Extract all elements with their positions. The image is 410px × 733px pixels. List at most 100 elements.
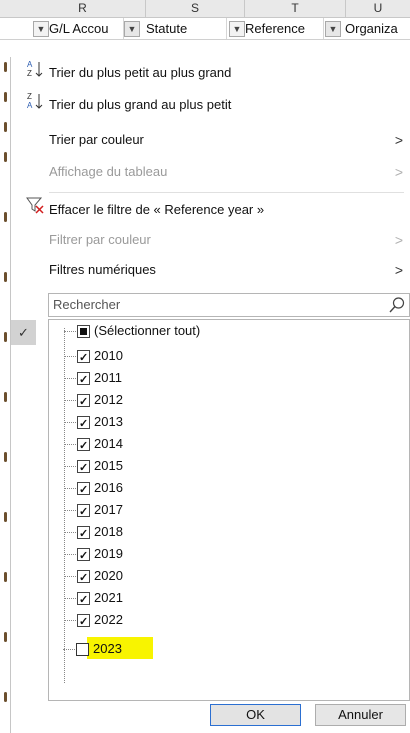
sort-by-color-item[interactable]: Trier par couleur > <box>11 125 410 155</box>
chevron-right-icon: > <box>394 232 403 248</box>
svg-text:A: A <box>27 101 33 110</box>
filter-by-color-label: Filtrer par couleur <box>49 232 151 247</box>
tree-connector <box>64 620 76 621</box>
year-checkbox[interactable] <box>77 391 90 413</box>
table-view-item: Affichage du tableau > <box>11 157 410 187</box>
year-label: 2018 <box>94 524 123 539</box>
sort-descending-label: Trier du plus grand au plus petit <box>49 97 232 112</box>
tree-connector <box>64 378 76 379</box>
year-label: 2011 <box>94 370 122 385</box>
tree-connector <box>64 400 76 401</box>
year-checkbox[interactable] <box>77 369 90 391</box>
tree-connector <box>64 576 76 577</box>
filter-active-button-gl-account[interactable]: ▼ <box>124 21 140 37</box>
header-gl-account: G/L Accou <box>49 18 124 39</box>
number-filters-item[interactable]: Filtres numériques > <box>11 255 410 285</box>
row-mark <box>4 92 7 102</box>
year-label: 2010 <box>94 348 123 363</box>
chevron-right-icon: > <box>394 164 403 180</box>
chevron-right-icon: > <box>394 132 403 148</box>
column-header-s[interactable]: S <box>146 0 245 17</box>
header-organization: Organiza <box>345 21 398 36</box>
tree-connector <box>64 444 76 445</box>
column-header-row: R S T U <box>0 0 410 18</box>
year-checkbox[interactable] <box>77 611 90 633</box>
year-label: 2014 <box>94 436 123 451</box>
number-filters-label: Filtres numériques <box>49 262 156 277</box>
year-checkbox[interactable] <box>77 435 90 457</box>
tree-connector <box>64 510 76 511</box>
year-label: 2015 <box>94 458 123 473</box>
year-label: 2019 <box>94 546 123 561</box>
select-all-checkbox[interactable] <box>77 325 90 338</box>
year-label: 2022 <box>94 612 123 627</box>
tree-connector <box>64 554 76 555</box>
clear-filter-label: Effacer le filtre de « Reference year » <box>49 202 265 217</box>
header-reference-year: Reference <box>245 18 324 39</box>
column-header-r[interactable]: R <box>20 0 146 17</box>
year-label: 2016 <box>94 480 123 495</box>
year-label: 2017 <box>94 502 123 517</box>
row-mark <box>4 332 7 342</box>
row-mark <box>4 512 7 522</box>
clear-filter-item[interactable]: Effacer le filtre de « Reference year » <box>11 195 410 225</box>
svg-text:Z: Z <box>27 69 32 78</box>
sort-descending-item[interactable]: ZA Trier du plus grand au plus petit <box>11 90 410 120</box>
row-mark <box>4 122 7 132</box>
year-checkbox-unchecked[interactable] <box>76 643 89 656</box>
svg-text:A: A <box>27 60 33 69</box>
year-checkbox[interactable] <box>77 413 90 435</box>
row-mark <box>4 272 7 282</box>
select-all-label: (Sélectionner tout) <box>94 323 201 338</box>
filter-by-color-item: Filtrer par couleur > <box>11 225 410 255</box>
filter-active-button-reference-year[interactable]: ▼ <box>325 21 341 37</box>
tree-connector <box>64 598 76 599</box>
tree-connector <box>63 649 75 650</box>
cancel-button[interactable]: Annuler <box>315 704 406 726</box>
header-statute: Statute <box>146 18 227 39</box>
table-header-row: ▼ G/L Accou ▼ Statute ▼ Reference ▼ Orga… <box>0 18 410 40</box>
filter-dropdown-button-statute[interactable]: ▼ <box>229 21 245 37</box>
year-checkbox[interactable] <box>77 545 90 567</box>
year-label: 2023 <box>93 641 122 656</box>
search-icon <box>388 296 406 314</box>
year-label: 2021 <box>94 590 123 605</box>
table-view-label: Affichage du tableau <box>49 164 168 179</box>
ok-button[interactable]: OK <box>210 704 301 726</box>
tree-connector <box>64 488 76 489</box>
year-checkbox[interactable] <box>77 347 90 369</box>
year-checkbox[interactable] <box>77 567 90 589</box>
tree-connector <box>64 356 76 357</box>
column-header-t[interactable]: T <box>245 0 346 17</box>
year-checkbox[interactable] <box>77 479 90 501</box>
row-mark <box>4 452 7 462</box>
year-checkbox[interactable] <box>77 457 90 479</box>
chevron-right-icon: > <box>394 262 403 278</box>
sort-ascending-label: Trier du plus petit au plus grand <box>49 65 232 80</box>
year-label: 2020 <box>94 568 123 583</box>
column-header-u[interactable]: U <box>346 0 410 17</box>
year-checkbox[interactable] <box>77 523 90 545</box>
year-checkbox[interactable] <box>77 589 90 611</box>
menu-separator <box>49 192 404 193</box>
search-placeholder: Rechercher <box>53 297 121 312</box>
search-input[interactable]: Rechercher <box>48 293 410 317</box>
row-mark <box>4 692 7 702</box>
year-label: 2012 <box>94 392 123 407</box>
clear-filter-icon <box>25 195 45 227</box>
svg-text:Z: Z <box>27 92 32 101</box>
row-mark <box>4 212 7 222</box>
filter-dropdown-button[interactable]: ▼ <box>33 21 49 37</box>
tree-connector <box>64 328 65 683</box>
filter-dropdown-panel: AZ Trier du plus petit au plus grand ZA … <box>10 57 410 733</box>
row-mark <box>4 392 7 402</box>
tree-connector <box>64 331 76 332</box>
applied-checkmark-icon: ✓ <box>11 320 36 345</box>
row-mark <box>4 572 7 582</box>
sort-by-color-label: Trier par couleur <box>49 132 144 147</box>
row-mark <box>4 152 7 162</box>
tree-connector <box>64 466 76 467</box>
year-checkbox[interactable] <box>77 501 90 523</box>
row-mark <box>4 62 7 72</box>
sort-ascending-item[interactable]: AZ Trier du plus petit au plus grand <box>11 58 410 88</box>
